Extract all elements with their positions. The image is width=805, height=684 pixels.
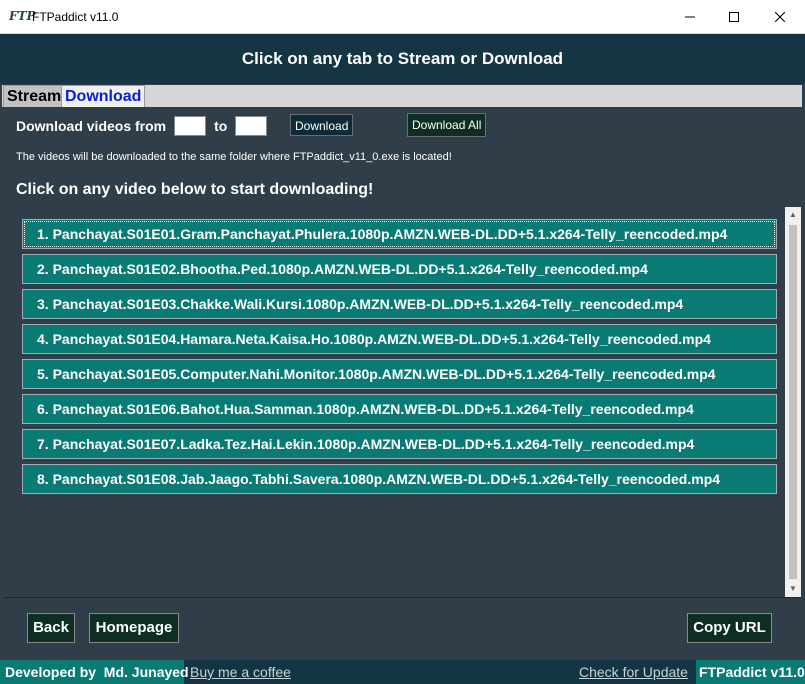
to-label: to [214,118,228,134]
tab-bar: Stream Download [2,85,802,108]
minimize-button[interactable] [667,0,713,33]
back-button[interactable]: Back [27,613,75,643]
video-item[interactable]: 1. Panchayat.S01E01.Gram.Panchayat.Phule… [22,219,777,249]
video-item[interactable]: 5. Panchayat.S01E05.Computer.Nahi.Monito… [22,359,777,389]
divider [3,597,802,598]
download-location-note: The videos will be downloaded to the sam… [16,151,452,163]
window-titlebar: FTP FTPaddict v11.0 [0,0,805,34]
to-episode-input[interactable] [235,116,268,136]
video-list-scrollbar[interactable]: ▲ ▼ [785,207,801,597]
tab-download[interactable]: Download [61,85,146,108]
video-item[interactable]: 6. Panchayat.S01E06.Bahot.Hua.Samman.108… [22,394,777,424]
download-instruction: Click on any video below to start downlo… [16,181,374,198]
scroll-down-icon[interactable]: ▼ [785,581,801,597]
video-item[interactable]: 7. Panchayat.S01E07.Ladka.Tez.Hai.Lekin.… [22,429,777,459]
scroll-up-icon[interactable]: ▲ [785,207,801,223]
check-update-link[interactable]: Check for Update [579,660,688,684]
buy-coffee-link[interactable]: Buy me a coffee [190,660,291,684]
footer: Developed by Md. Junayed Buy me a coffee… [0,660,805,684]
video-item[interactable]: 4. Panchayat.S01E04.Hamara.Neta.Kaisa.Ho… [22,324,777,354]
minimize-icon [685,16,695,17]
video-item[interactable]: 8. Panchayat.S01E08.Jab.Jaago.Tabhi.Save… [22,464,777,494]
version-label: FTPaddict v11.0 [696,660,805,684]
window-title: FTPaddict v11.0 [32,10,119,24]
developer-credit: Developed by Md. Junayed [0,660,189,684]
video-item[interactable]: 2. Panchayat.S01E02.Bhootha.Ped.1080p.AM… [22,254,777,284]
header-text: Click on any tab to Stream or Download [241,49,564,68]
range-label: Download videos from [16,118,167,134]
video-item[interactable]: 3. Panchayat.S01E03.Chakke.Wali.Kursi.10… [22,289,777,319]
maximize-icon [729,11,739,22]
download-range-row: Download videos from to [16,116,275,136]
close-icon [775,11,785,22]
homepage-button[interactable]: Homepage [89,613,179,643]
from-episode-input[interactable] [174,116,207,136]
scrollbar-thumb[interactable] [789,225,797,579]
video-list: 1. Panchayat.S01E01.Gram.Panchayat.Phule… [22,219,777,499]
download-range-button[interactable]: Download [290,114,354,136]
download-all-button[interactable]: Download All [407,113,487,137]
page-header: Click on any tab to Stream or Download [0,34,805,84]
close-button[interactable] [757,0,803,33]
copy-url-button[interactable]: Copy URL [687,613,772,643]
tab-stream[interactable]: Stream [3,85,66,108]
maximize-button[interactable] [711,0,757,33]
